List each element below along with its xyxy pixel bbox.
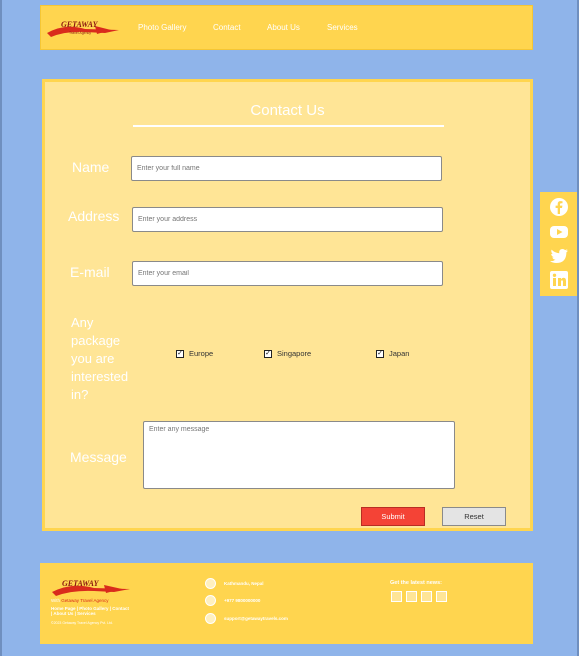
- svg-text:Travel Agency: Travel Agency: [69, 31, 91, 35]
- message-textarea[interactable]: [143, 421, 455, 489]
- envelope-icon: [205, 613, 216, 624]
- package-japan-checkbox[interactable]: ✓ Japan: [376, 349, 409, 358]
- footer-news-label: Get the latest news:: [390, 580, 442, 586]
- window-edge-left: [0, 0, 2, 656]
- contact-title: Contact Us: [250, 102, 325, 119]
- address-input[interactable]: [132, 207, 443, 232]
- nav-about-us[interactable]: About Us: [267, 23, 300, 32]
- footer-brand-name: Getaway Travel Agency: [61, 598, 109, 603]
- twitter-icon[interactable]: [549, 246, 569, 266]
- footer-phone-text: +977 9800000000: [224, 598, 261, 603]
- footer: GETAWAY With Getaway Travel Agency Home …: [40, 563, 533, 644]
- contact-form-card: Contact Us Name Address E-mail Any packa…: [42, 79, 533, 531]
- package-japan-label: Japan: [389, 349, 410, 358]
- svg-text:GETAWAY: GETAWAY: [62, 579, 100, 588]
- footer-email-text[interactable]: support@getawaytravels.com: [224, 616, 288, 621]
- linkedin-icon[interactable]: [436, 591, 447, 602]
- footer-phone: +977 9800000000: [205, 595, 260, 606]
- youtube-icon[interactable]: [549, 222, 569, 242]
- navbar: GETAWAY Travel Agency Photo Gallery Cont…: [40, 5, 533, 50]
- location-pin-icon: [205, 578, 216, 589]
- footer-brand-line: With Getaway Travel Agency: [51, 598, 109, 603]
- twitter-icon[interactable]: [421, 591, 432, 602]
- footer-brand-logo[interactable]: GETAWAY: [50, 576, 132, 600]
- email-label: E-mail: [70, 264, 110, 280]
- footer-copyright: ©2023 Getaway Travel Agency Pvt. Ltd.: [51, 621, 113, 625]
- facebook-icon[interactable]: [549, 197, 569, 217]
- package-singapore-label: Singapore: [277, 349, 312, 358]
- package-europe-label: Europe: [189, 349, 214, 358]
- checkbox-checked-icon[interactable]: ✓: [176, 349, 184, 358]
- name-input[interactable]: [131, 156, 442, 181]
- phone-icon: [205, 595, 216, 606]
- nav-contact[interactable]: Contact: [213, 23, 241, 32]
- address-label: Address: [68, 208, 120, 224]
- package-singapore-checkbox[interactable]: ✓ Singapore: [264, 349, 311, 358]
- linkedin-icon[interactable]: [549, 270, 569, 290]
- package-question-label: Any package you are interested in?: [71, 315, 129, 402]
- footer-brand-prefix: With: [51, 598, 60, 603]
- youtube-icon[interactable]: [406, 591, 417, 602]
- email-input[interactable]: [132, 261, 443, 286]
- checkbox-checked-icon[interactable]: ✓: [264, 349, 272, 358]
- footer-links[interactable]: Home Page | Photo Gallery | Contact | Ab…: [51, 606, 131, 616]
- svg-text:GETAWAY: GETAWAY: [61, 20, 99, 29]
- social-sidebar: [540, 192, 577, 296]
- facebook-icon[interactable]: [391, 591, 402, 602]
- nav-photo-gallery[interactable]: Photo Gallery: [138, 23, 186, 32]
- footer-location: Kathmandu, Nepal: [205, 578, 264, 589]
- checkbox-checked-icon[interactable]: ✓: [376, 349, 384, 358]
- package-europe-checkbox[interactable]: ✓ Europe: [176, 349, 213, 358]
- submit-button[interactable]: Submit: [361, 507, 425, 526]
- reset-button[interactable]: Reset: [442, 507, 506, 526]
- footer-location-text: Kathmandu, Nepal: [224, 581, 264, 586]
- message-label: Message: [70, 449, 127, 465]
- brand-logo[interactable]: GETAWAY Travel Agency: [45, 15, 121, 43]
- footer-email: support@getawaytravels.com: [205, 613, 288, 624]
- name-label: Name: [72, 159, 110, 175]
- title-underline: [133, 125, 444, 127]
- nav-services[interactable]: Services: [327, 23, 358, 32]
- footer-social-icons: [391, 591, 447, 602]
